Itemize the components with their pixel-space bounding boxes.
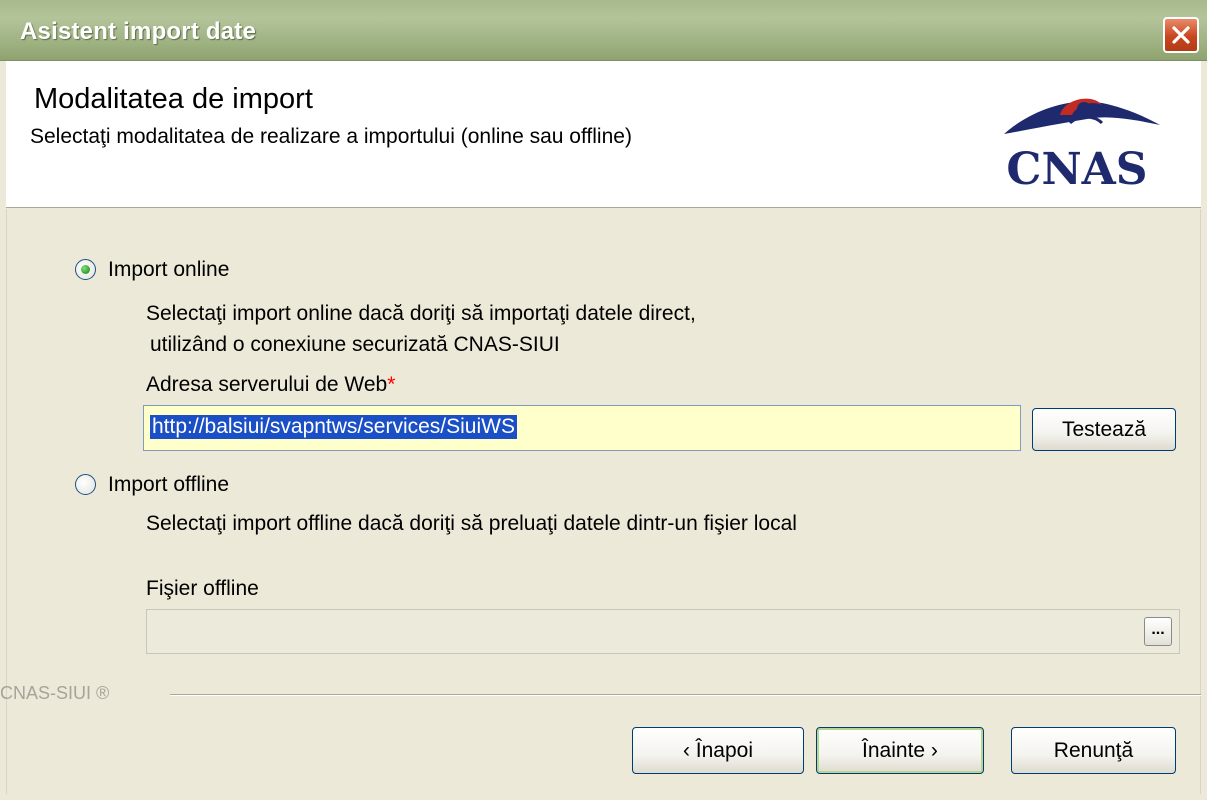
import-offline-label[interactable]: Import offline bbox=[108, 473, 229, 497]
page-subtitle: Selectaţi modalitatea de realizare a imp… bbox=[30, 125, 632, 148]
logo-text: CNAS bbox=[1006, 144, 1147, 189]
next-button[interactable]: Înainte › bbox=[816, 727, 984, 774]
page-title: Modalitatea de import bbox=[34, 83, 313, 115]
server-address-label-text: Adresa serverului de Web bbox=[146, 373, 388, 396]
footer-brand: CNAS-SIUI ® bbox=[0, 683, 110, 703]
radio-selected-dot bbox=[81, 265, 90, 274]
server-url-value: http://balsiui/svapntws/services/SiuiWS bbox=[150, 415, 517, 439]
server-address-label: Adresa serverului de Web* bbox=[146, 373, 395, 397]
import-online-radio[interactable] bbox=[75, 259, 96, 280]
title-bar[interactable]: Asistent import date bbox=[0, 0, 1207, 61]
footer-divider bbox=[170, 694, 1201, 696]
server-url-input[interactable]: http://balsiui/svapntws/services/SiuiWS bbox=[143, 405, 1021, 451]
import-online-label[interactable]: Import online bbox=[108, 258, 229, 282]
offline-file-input[interactable] bbox=[146, 609, 1180, 654]
test-connection-button[interactable]: Testează bbox=[1032, 408, 1176, 451]
wizard-header: Modalitatea de import Selectaţi modalita… bbox=[6, 61, 1201, 208]
import-wizard-window: Asistent import date Modalitatea de impo… bbox=[0, 0, 1207, 800]
offline-file-label: Fişier offline bbox=[146, 577, 259, 600]
cancel-button[interactable]: Renunţă bbox=[1011, 727, 1176, 774]
back-button[interactable]: ‹ Înapoi bbox=[632, 727, 804, 774]
offline-description: Selectaţi import offline dacă doriţi să … bbox=[146, 512, 797, 535]
import-offline-radio[interactable] bbox=[75, 474, 96, 495]
required-mark: * bbox=[387, 373, 396, 396]
close-button[interactable] bbox=[1163, 17, 1199, 53]
close-icon bbox=[1172, 26, 1190, 44]
browse-file-button[interactable]: ... bbox=[1144, 617, 1172, 646]
online-description-line1: Selectaţi import online dacă doriţi să i… bbox=[146, 302, 696, 325]
wizard-body bbox=[6, 209, 1201, 794]
window-title: Asistent import date bbox=[20, 18, 257, 45]
online-description-line2: utilizând o conexiune securizată CNAS-SI… bbox=[150, 333, 560, 356]
cnas-logo: CNAS bbox=[1004, 98, 1160, 189]
